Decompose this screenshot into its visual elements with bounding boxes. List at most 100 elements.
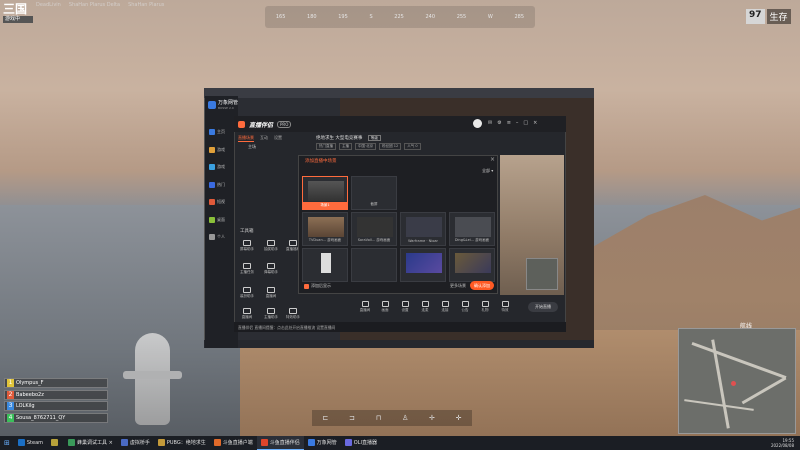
app-icon — [344, 439, 352, 446]
room-meta-item[interactable]: 热门直播 — [316, 143, 336, 150]
menu-icon[interactable]: ≡ — [507, 120, 511, 126]
avatar[interactable] — [473, 119, 482, 128]
hotbar-slot-icon[interactable]: ⊏ — [322, 414, 328, 422]
close-icon[interactable]: × — [490, 156, 495, 163]
show-after-add-checkbox[interactable]: 添加后显示 — [304, 283, 331, 289]
tool-label: 直播间 — [265, 294, 277, 298]
scene-thumbnail — [406, 253, 442, 273]
sidebar-item-games[interactable]: 游戏 — [209, 144, 235, 155]
scene-tile[interactable]: TVDuan... 游戏画面 — [302, 212, 348, 246]
tool-label: 主播助手 — [264, 315, 278, 319]
taskbar-app-label: 斗鱼直播伴侣 — [269, 440, 300, 446]
bottom-tool-button[interactable]: 直播间 — [355, 301, 375, 313]
minimap[interactable] — [678, 328, 796, 434]
tool-label: 直播间 — [241, 315, 253, 319]
bottom-tool-label: 连接 — [441, 308, 449, 312]
filter-select[interactable]: 全部 ▾ — [482, 168, 493, 174]
taskbar-app[interactable]: 蜂巢调试工具 × — [64, 436, 117, 450]
taskbar-app[interactable]: 虚拟桥手 — [117, 436, 154, 450]
bottom-tool-button[interactable]: 连麦 — [415, 301, 435, 313]
bottom-tool-button[interactable]: 特效 — [495, 301, 515, 313]
app-icon — [307, 439, 315, 446]
maximize-icon[interactable]: □ — [523, 120, 528, 126]
bottom-tool-button[interactable]: 公告 — [455, 301, 475, 313]
tool-button[interactable]: 弹幕助手 — [262, 263, 280, 279]
taskbar-app[interactable]: 斗鱼直播伴侣 — [256, 436, 304, 450]
scene-label[interactable]: 主场 — [248, 144, 256, 150]
taskbar-app-label: 斗鱼直播户端 — [222, 440, 253, 446]
taskbar-app[interactable]: OLI直播器 — [341, 436, 381, 450]
tool-label: 特效助手 — [286, 315, 300, 319]
tool-button[interactable]: 主播任务 — [238, 263, 256, 279]
taskbar-app[interactable]: PUBG：绝地求生 — [154, 436, 210, 450]
start-stream-button[interactable]: 开始直播 — [528, 302, 558, 312]
taskbar-app[interactable]: 万象网管 — [304, 436, 341, 450]
taskbar-app-label: Steam — [26, 439, 44, 446]
scene-tile[interactable] — [449, 248, 495, 282]
game-top-tabs: DeadLivin ShaHan Plarus Delta ShaHan Pla… — [36, 2, 164, 8]
minimap-road — [691, 341, 787, 380]
tool-icon — [289, 308, 297, 314]
message-icon[interactable]: ✉ — [488, 120, 492, 126]
taskbar-app[interactable]: 斗鱼直播户端 — [210, 436, 257, 450]
taskbar-app[interactable] — [47, 436, 64, 450]
minimize-icon[interactable]: – — [516, 120, 519, 126]
start-button[interactable]: ⊞ — [0, 436, 14, 450]
steam-icon — [17, 439, 25, 446]
room-meta-item: 人气 0 — [404, 143, 421, 150]
scene-tile[interactable] — [351, 248, 397, 282]
app-icon — [157, 439, 165, 446]
tab-interact[interactable]: 互动 — [260, 135, 268, 142]
hotbar-slot-icon[interactable]: ⊓ — [376, 414, 381, 422]
room-meta-item[interactable]: 主播 — [339, 143, 352, 150]
room-meta-item: 粉丝团 12 — [379, 143, 402, 150]
sidebar-item-video[interactable]: 短视 — [209, 196, 235, 207]
sidebar-item-desktop[interactable]: 桌面 — [209, 214, 235, 225]
gear-icon[interactable]: ⚙ — [497, 120, 501, 126]
tool-button[interactable]: 抽奖助手 — [262, 240, 280, 256]
room-title[interactable]: 绝地求生 大型电竞赛事 — [316, 136, 362, 141]
taskbar-clock[interactable]: 19:55 2022/08/08 — [771, 438, 800, 448]
scene-tile[interactable]: 场景1 — [302, 176, 348, 210]
stream-tabs: 直播场景 互动 设置 — [238, 135, 282, 142]
app-icon — [68, 439, 76, 446]
sidebar-item-hot[interactable]: 热门 — [209, 179, 235, 190]
compass-mark: 165 — [275, 14, 286, 20]
taskbar-app[interactable]: Steam — [14, 436, 47, 450]
top-tab: ShaHan Plarus — [128, 2, 165, 8]
hotbar-slot-icon[interactable]: ⊐ — [349, 414, 355, 422]
sidebar-item-home[interactable]: 主页 — [209, 126, 235, 137]
window-titlebar[interactable] — [204, 88, 594, 98]
tool-icon — [243, 287, 251, 293]
sidebar-item-games2[interactable]: 游戏 — [209, 161, 235, 172]
room-meta-item: 中国·北京 — [355, 143, 377, 150]
game-icon — [209, 163, 215, 170]
tab-scenes[interactable]: 直播场景 — [238, 135, 254, 142]
scene-tile[interactable] — [400, 248, 446, 282]
bottom-tool-button[interactable]: 设置 — [395, 301, 415, 313]
scene-tile[interactable]: Warframe · Nioar — [400, 212, 446, 246]
sidebar-item-label: 个人 — [217, 233, 225, 239]
squad-member: 2 Babeebo2z — [4, 389, 108, 400]
compass-mark: S — [369, 14, 373, 20]
scene-tile[interactable]: SoraVoll... 游戏画面 — [351, 212, 397, 246]
notice-icon — [461, 301, 469, 307]
bottom-tool-button[interactable]: 连接 — [435, 301, 455, 313]
confirm-add-button[interactable]: 确认添加 — [470, 281, 494, 290]
top-tab: ShaHan Plarus Delta — [68, 2, 121, 8]
close-icon[interactable]: × — [533, 120, 537, 126]
more-scenes-link[interactable]: 更多场景 — [450, 283, 466, 289]
window-controls: ✉ ⚙ ≡ – □ × — [488, 120, 537, 126]
tool-button[interactable]: 装扮助手 — [238, 287, 256, 303]
tool-button[interactable]: 屏幕助手 — [238, 240, 256, 256]
tab-settings[interactable]: 设置 — [274, 135, 282, 142]
tool-button[interactable]: 直播间 — [262, 287, 280, 303]
boost-icon: ✛ — [455, 414, 462, 422]
scene-tile[interactable]: Ding&Lei... 游戏画面 — [449, 212, 495, 246]
bottom-tool-button[interactable]: 礼物 — [475, 301, 495, 313]
scene-tile[interactable] — [302, 248, 348, 282]
alive-label: 生存 — [766, 9, 791, 24]
scene-tile[interactable]: 截屏 — [351, 176, 397, 210]
bottom-tool-button[interactable]: 画面 — [375, 301, 395, 313]
sidebar-item-personal[interactable]: 个人 — [209, 231, 235, 242]
